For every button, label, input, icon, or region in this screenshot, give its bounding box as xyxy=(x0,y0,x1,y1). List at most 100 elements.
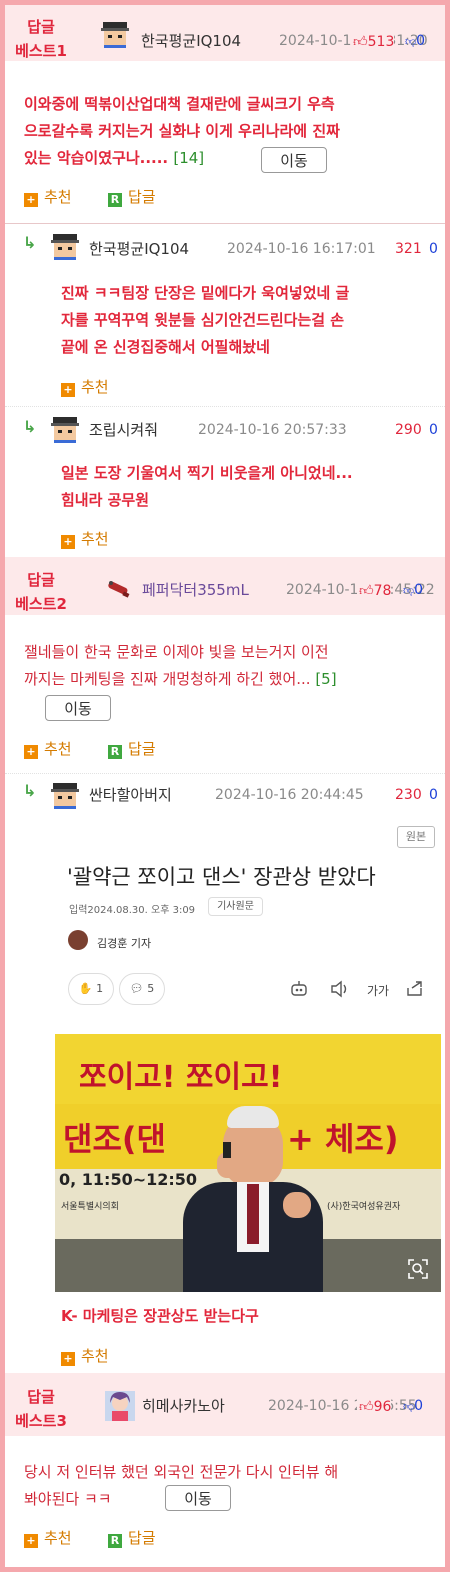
divider xyxy=(5,223,445,224)
comment-body-line: 일본 도장 기울여서 찍기 비웃을게 아니었네... xyxy=(61,464,353,482)
nickname[interactable]: 조립시켜줘 xyxy=(89,419,158,440)
comment-list: 답글 베스트1 한국평균IQ104 2024-10-16 15:31:20 👍︎… xyxy=(0,0,450,1572)
comment-reaction[interactable]: 💬︎ 5 xyxy=(119,973,165,1005)
recommend-button[interactable]: + 추천 xyxy=(24,186,72,207)
like-reaction[interactable]: ✋ 1 xyxy=(68,973,114,1005)
zoom-icon[interactable] xyxy=(407,1258,429,1280)
upvote-count[interactable]: 👍︎78 xyxy=(357,582,392,599)
upvote-count[interactable]: 321 xyxy=(395,241,422,257)
article-title: '괄약근 쪼이고 댄스' 장관상 받았다 xyxy=(67,865,376,889)
reporter-name: 김경훈 기자 xyxy=(97,937,152,950)
comment-body-line: 으로갈수록 커지는거 실화냐 이게 우리나라에 진짜 xyxy=(24,122,340,140)
avatar[interactable] xyxy=(51,783,79,809)
origin-badge[interactable]: 원본 xyxy=(397,826,435,848)
recommend-button[interactable]: + 추천 xyxy=(61,376,109,397)
timestamp: 2024-10-16 20:44:45 xyxy=(215,787,364,803)
best-label-line1: 답글 xyxy=(27,1388,55,1406)
downvote-count[interactable]: 0 xyxy=(429,422,438,438)
nickname[interactable]: 한국평균IQ104 xyxy=(141,30,241,51)
recommend-button[interactable]: + 추천 xyxy=(24,1527,72,1548)
upvote-count[interactable]: 230 xyxy=(395,787,422,803)
comment-body-line: 진짜 ㅋㅋ팀장 단장은 밑에다가 욱여넣었네 글 xyxy=(61,284,350,302)
best-label-line2: 베스트1 xyxy=(15,42,67,60)
banner-text: 댄조(댄 xyxy=(63,1120,166,1158)
downvote-count[interactable]: 👎︎0 xyxy=(405,33,425,49)
article-source-badge[interactable]: 기사원문 xyxy=(208,897,263,916)
font-size-button[interactable]: 가가 xyxy=(367,982,389,999)
thumb-up-icon: 👍︎ xyxy=(359,1399,374,1415)
reply-button[interactable]: R 답글 xyxy=(108,186,156,207)
comment-icon: 💬︎ xyxy=(129,982,144,995)
reply-box-icon: R xyxy=(108,1534,122,1548)
plus-box-icon: + xyxy=(24,745,38,759)
comment-body-line: K- 마케팅은 장관상도 받는다구 xyxy=(61,1307,259,1325)
banner-text: + 체조) xyxy=(287,1120,399,1158)
robot-icon[interactable] xyxy=(289,980,309,998)
comment-body-line: 자를 꾸역꾸역 윗분들 심기안건드린다는걸 손 xyxy=(61,311,345,329)
move-button[interactable]: 이동 xyxy=(261,147,327,173)
avatar[interactable] xyxy=(105,1391,135,1421)
comment-body-line: 있는 악습이였구나..... [14] xyxy=(24,149,205,167)
best-label-line1: 답글 xyxy=(27,18,55,36)
thumb-up-icon: 👍︎ xyxy=(359,583,374,599)
downvote-count[interactable]: 0 xyxy=(429,241,438,257)
comment-body-line: 까지는 마케팅을 진짜 개멍청하게 하긴 했어... [5] xyxy=(24,670,337,688)
reply-box-icon: R xyxy=(108,193,122,207)
downvote-count[interactable]: 👎︎0 xyxy=(403,582,423,598)
comment-body-line: 당시 저 인터뷰 했던 외국인 전문가 다시 인터뷰 해 xyxy=(24,1463,339,1481)
nickname[interactable]: 싼타할아버지 xyxy=(89,784,172,805)
reply-arrow-icon: ↳ xyxy=(23,417,37,436)
divider xyxy=(5,406,445,408)
nickname[interactable]: 히메사카노아 xyxy=(142,1395,225,1416)
nickname[interactable]: 한국평균IQ104 xyxy=(89,238,189,259)
comment-body-line: 힘내라 공무원 xyxy=(61,491,150,509)
best-label-line2: 베스트3 xyxy=(15,1412,67,1430)
comment-body-line: 봐야된다 ㅋㅋ xyxy=(24,1490,112,1508)
plus-box-icon: + xyxy=(61,1352,75,1366)
reply-count: [14] xyxy=(173,149,205,167)
timestamp: 2024-10-16 16:17:01 xyxy=(227,241,376,257)
reply-button[interactable]: R 답글 xyxy=(108,738,156,759)
comment-body-line: 잴네들이 한국 문화로 이제야 빛을 보는거지 이전 xyxy=(24,643,329,661)
downvote-count[interactable]: 0 xyxy=(429,787,438,803)
thumb-down-icon: 👎︎ xyxy=(403,584,415,597)
thumb-up-icon: 👍︎ xyxy=(353,34,368,50)
avatar[interactable] xyxy=(105,575,133,601)
nickname[interactable]: 페퍼닥터355mL xyxy=(142,579,249,600)
move-button[interactable]: 이동 xyxy=(165,1485,231,1511)
plus-box-icon: + xyxy=(61,535,75,549)
downvote-count[interactable]: 👎︎0 xyxy=(403,1398,423,1414)
avatar[interactable] xyxy=(51,234,79,260)
upvote-count[interactable]: 👍︎513 xyxy=(351,33,395,50)
reply-arrow-icon: ↳ xyxy=(23,233,37,252)
divider xyxy=(5,773,445,775)
avatar[interactable] xyxy=(51,417,79,443)
move-button[interactable]: 이동 xyxy=(45,695,111,721)
comment-body-line: 끝에 온 신경집중해서 어필해놨네 xyxy=(61,338,270,356)
recommend-button[interactable]: + 추천 xyxy=(24,738,72,759)
reply-count: [5] xyxy=(315,670,337,688)
article-photo[interactable]: 쪼이고! 쪼이고! 댄조(댄 + 체조) 0, 11:50~12:50 서울특별… xyxy=(55,1034,441,1292)
clap-icon: ✋ xyxy=(78,982,93,995)
plus-box-icon: + xyxy=(24,193,38,207)
avatar[interactable] xyxy=(101,22,129,48)
recommend-button[interactable]: + 추천 xyxy=(61,1345,109,1366)
article-meta: 입력2024.08.30. 오후 3:09 xyxy=(69,905,196,916)
best-label-line2: 베스트2 xyxy=(15,595,67,613)
speaker-icon[interactable] xyxy=(329,980,349,998)
comment-body-line: 이와중에 떡볶이산업대책 결재란에 글씨크기 우측 xyxy=(24,95,335,113)
share-icon[interactable] xyxy=(405,979,425,997)
reporter-avatar xyxy=(68,930,88,950)
banner-text: 쪼이고! 쪼이고! xyxy=(79,1060,283,1095)
reply-button[interactable]: R 답글 xyxy=(108,1527,156,1548)
banner-text: (사)한국여성유권자 xyxy=(327,1202,401,1212)
upvote-count[interactable]: 👍︎96 xyxy=(357,1398,392,1415)
banner-text: 서울특별시의회 xyxy=(61,1202,119,1212)
banner-text: 0, 11:50~12:50 xyxy=(59,1170,198,1189)
recommend-button[interactable]: + 추천 xyxy=(61,528,109,549)
reply-box-icon: R xyxy=(108,745,122,759)
timestamp: 2024-10-16 21:06:55 xyxy=(268,1398,417,1414)
plus-box-icon: + xyxy=(61,383,75,397)
upvote-count[interactable]: 290 xyxy=(395,422,422,438)
reply-arrow-icon: ↳ xyxy=(23,781,37,800)
